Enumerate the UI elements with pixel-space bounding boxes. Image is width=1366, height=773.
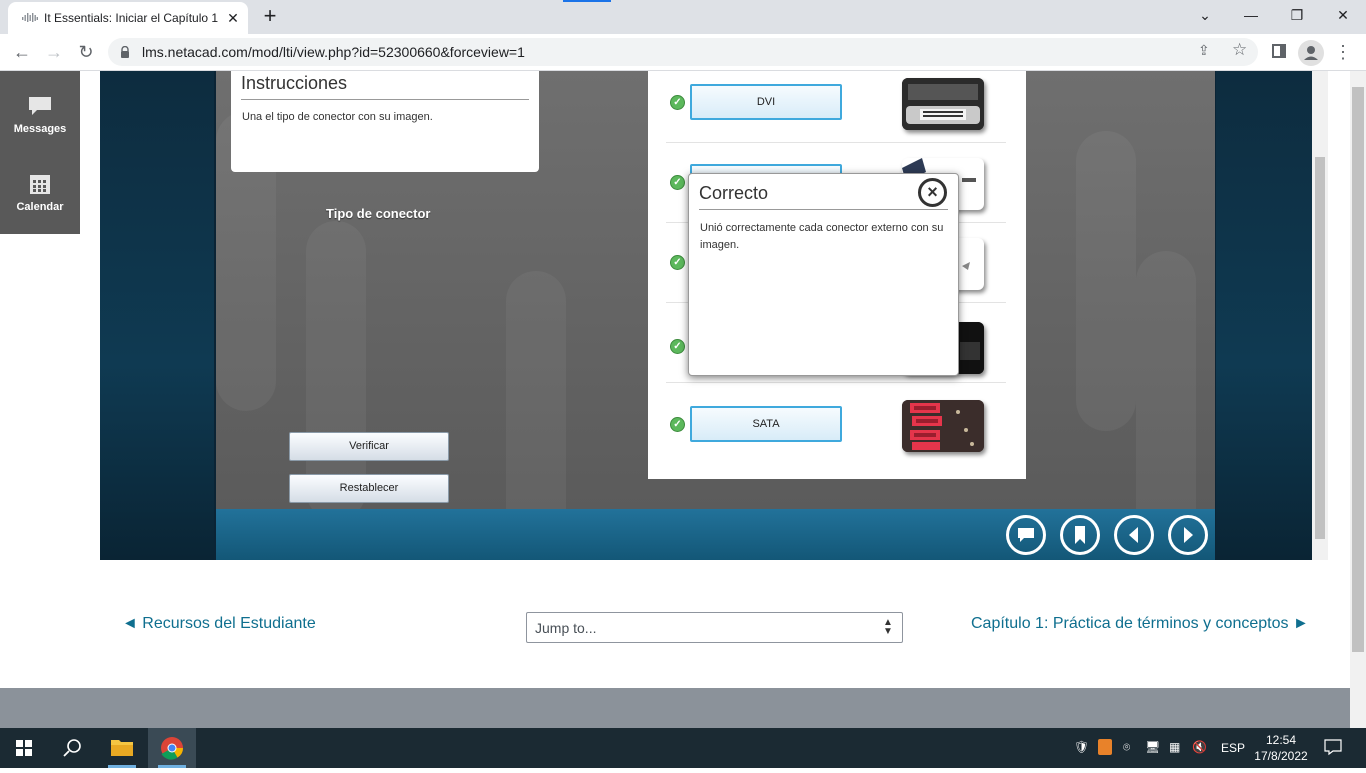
- clock-date: 17/8/2022: [1254, 749, 1308, 763]
- lock-icon: [121, 46, 129, 58]
- activity-nav-bar: [216, 509, 1215, 560]
- match-row: ✓ DVI: [666, 71, 1006, 143]
- cisco-favicon-icon: [22, 13, 38, 22]
- check-icon: ✓: [670, 255, 685, 270]
- display-tray-icon[interactable]: ▦: [1169, 740, 1180, 754]
- background-pill: [1076, 131, 1136, 431]
- notifications-icon[interactable]: [1324, 738, 1342, 756]
- divider: [241, 99, 529, 100]
- person-icon: [1304, 46, 1318, 60]
- back-button[interactable]: ←: [8, 38, 36, 66]
- restore-button[interactable]: ❐: [1274, 0, 1320, 30]
- frame-decoration-left: [100, 71, 214, 560]
- close-icon[interactable]: ×: [918, 178, 947, 207]
- bookmark-icon[interactable]: [1060, 515, 1100, 555]
- chrome-taskbar-button[interactable]: [148, 728, 196, 768]
- check-icon: ✓: [670, 339, 685, 354]
- close-window-button[interactable]: ✕: [1320, 0, 1366, 30]
- clock[interactable]: 12:54 17/8/2022: [1252, 732, 1310, 764]
- address-bar[interactable]: lms.netacad.com/mod/lti/view.php?id=5230…: [108, 38, 1258, 66]
- select-arrows-icon: ▲ ▼: [883, 617, 893, 637]
- profile-avatar-icon[interactable]: [1298, 40, 1324, 66]
- activity-stage: Instrucciones Una el tipo de conector co…: [216, 71, 1215, 509]
- previous-icon[interactable]: [1114, 515, 1154, 555]
- previous-activity-link[interactable]: ◄ Recursos del Estudiante: [122, 615, 316, 633]
- clock-time: 12:54: [1265, 733, 1297, 747]
- share-icon[interactable]: ⇪: [1198, 42, 1210, 59]
- reload-button[interactable]: ↻: [72, 38, 100, 66]
- network-tray-icon[interactable]: 🖥: [1145, 740, 1160, 754]
- dialog-message: Unió correctamente cada conector externo…: [700, 222, 944, 251]
- security-tray-icon[interactable]: 🛡: [1074, 740, 1089, 754]
- tab-search-button[interactable]: ⌄: [1182, 0, 1228, 30]
- reset-button[interactable]: Restablecer: [289, 474, 449, 503]
- drawer-item-calendar[interactable]: Calendar: [0, 173, 80, 213]
- folder-icon: [108, 740, 136, 768]
- chrome-icon: [158, 737, 186, 768]
- activity-scrollbar[interactable]: [1312, 71, 1328, 560]
- start-button[interactable]: [0, 728, 48, 768]
- match-row: ✓ SATA: [666, 383, 1006, 463]
- tab-close-icon[interactable]: ✕: [224, 9, 242, 27]
- camera-tray-icon[interactable]: ⌾: [1123, 740, 1130, 755]
- language-indicator[interactable]: ESP: [1221, 741, 1245, 755]
- search-icon: [63, 739, 81, 757]
- next-activity-link[interactable]: Capítulo 1: Práctica de términos y conce…: [971, 615, 1309, 633]
- background-pill: [506, 271, 566, 509]
- new-tab-button[interactable]: +: [258, 5, 282, 29]
- column-title: Tipo de conector: [326, 206, 431, 221]
- browser-tab[interactable]: It Essentials: Iniciar el Capítulo 1 ✕: [8, 2, 248, 34]
- page-content: Messages Calendar Instrucciones Una el t…: [0, 71, 1350, 728]
- divider: [699, 209, 948, 210]
- browser-menu-icon[interactable]: ⋮: [1334, 40, 1352, 64]
- frame-decoration-right: [1216, 71, 1312, 560]
- scrollbar-thumb[interactable]: [1315, 157, 1325, 539]
- bookmark-star-icon[interactable]: ☆: [1232, 40, 1247, 60]
- minimize-button[interactable]: —: [1228, 0, 1274, 30]
- dialog-title: Correcto: [699, 183, 769, 203]
- browser-toolbar: ← → ↻ lms.netacad.com/mod/lti/view.php?i…: [0, 34, 1366, 71]
- forward-button[interactable]: →: [40, 38, 68, 66]
- windows-icon: [16, 740, 32, 756]
- instructions-text: Una el tipo de conector con su imagen.: [242, 111, 433, 123]
- drawer-item-label: Calendar: [16, 201, 64, 213]
- tab-accent: [563, 0, 611, 2]
- taskbar: 🛡 ⌾ 🖥 ▦ 🔇 ESP 12:54 17/8/2022: [0, 728, 1366, 768]
- drawer-item-messages[interactable]: Messages: [0, 95, 80, 135]
- jump-to-select[interactable]: Jump to... ▲ ▼: [526, 612, 903, 643]
- browser-tab-strip: It Essentials: Iniciar el Capítulo 1 ✕ +…: [0, 0, 1366, 34]
- instructions-box: Instrucciones Una el tipo de conector co…: [231, 71, 539, 172]
- verify-button[interactable]: Verificar: [289, 432, 449, 461]
- app-tray-icon[interactable]: [1098, 739, 1112, 755]
- search-button[interactable]: [48, 728, 96, 768]
- feedback-dialog: Correcto × Unió correctamente cada conec…: [688, 173, 959, 376]
- check-icon: ✓: [670, 95, 685, 110]
- calendar-icon: [30, 175, 50, 194]
- jump-to-value: Jump to...: [535, 620, 597, 636]
- side-panel-icon[interactable]: [1272, 44, 1286, 58]
- tab-title: It Essentials: Iniciar el Capítulo 1: [44, 11, 219, 25]
- url-text: lms.netacad.com/mod/lti/view.php?id=5230…: [142, 44, 525, 60]
- answer-sata[interactable]: SATA: [690, 406, 842, 442]
- check-icon: ✓: [670, 175, 685, 190]
- next-icon[interactable]: [1168, 515, 1208, 555]
- scrollbar-thumb[interactable]: [1352, 87, 1364, 652]
- page-footer: [0, 688, 1350, 728]
- left-drawer: Messages Calendar: [0, 71, 80, 234]
- background-pill: [306, 221, 366, 509]
- check-icon: ✓: [670, 417, 685, 432]
- volume-muted-icon[interactable]: 🔇: [1192, 740, 1207, 754]
- drawer-item-label: Messages: [13, 123, 67, 135]
- dvi-port-image: [902, 78, 984, 130]
- instructions-title: Instrucciones: [241, 73, 348, 93]
- page-scrollbar[interactable]: [1350, 71, 1366, 728]
- chat-bubble-icon: [29, 97, 51, 115]
- file-explorer-button[interactable]: [98, 728, 146, 768]
- answer-dvi[interactable]: DVI: [690, 84, 842, 120]
- comment-icon[interactable]: [1006, 515, 1046, 555]
- sata-port-image: [902, 400, 984, 452]
- activity-frame: Instrucciones Una el tipo de conector co…: [100, 71, 1312, 560]
- background-pill: [1136, 251, 1196, 509]
